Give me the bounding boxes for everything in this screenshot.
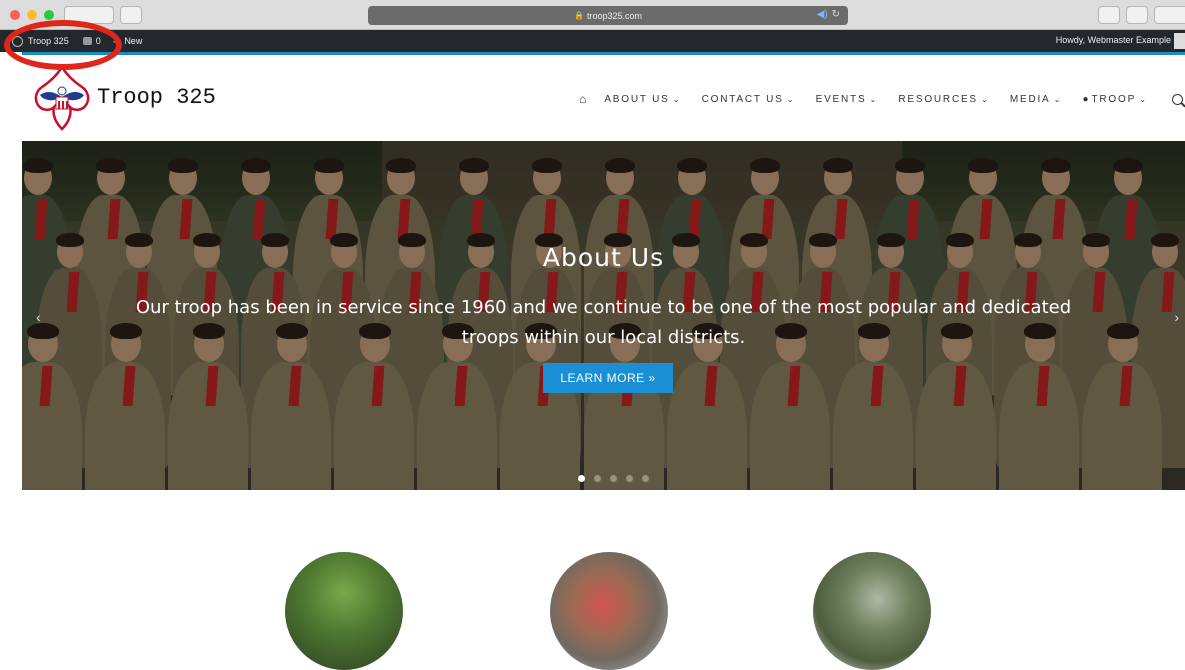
admin-site-name: Troop 325: [28, 36, 69, 46]
slider-dot[interactable]: [578, 475, 585, 482]
nav-item-contact-us[interactable]: CONTACT US ⌄: [702, 94, 794, 105]
chevron-down-icon: ⌄: [978, 94, 988, 104]
admin-comments-link[interactable]: 0: [82, 36, 101, 46]
comment-icon: [82, 37, 92, 45]
site-header: Troop 325 ⌂ ABOUT US ⌄ CONTACT US ⌄ EVEN…: [22, 55, 1185, 141]
learn-more-button[interactable]: LEARN MORE »: [543, 363, 673, 393]
audio-icon[interactable]: ◀): [817, 9, 828, 20]
slider-dot[interactable]: [594, 475, 601, 482]
chevron-down-icon: ⌄: [670, 94, 680, 104]
nav-item-resources[interactable]: RESOURCES ⌄: [898, 94, 987, 105]
tabs-overview-button[interactable]: [1126, 6, 1148, 24]
feature-image-scouts-group[interactable]: [550, 552, 668, 670]
nav-item-events[interactable]: EVENTS ⌄: [816, 94, 877, 105]
feature-image-hikers[interactable]: [813, 552, 931, 670]
maximize-window-button[interactable]: [44, 10, 54, 20]
dashboard-icon: [12, 35, 23, 47]
admin-new-link[interactable]: + New: [113, 34, 143, 49]
nav-item-label: MEDIA: [1009, 93, 1051, 105]
address-bar[interactable]: 🔒 troop325.com ◀) ↻: [368, 6, 848, 25]
admin-howdy-link[interactable]: Howdy, Webmaster Example: [1056, 35, 1171, 45]
slider-dot[interactable]: [642, 475, 649, 482]
reload-icon[interactable]: ↻: [832, 9, 840, 20]
chevron-left-icon[interactable]: ‹: [36, 309, 41, 325]
scout-logo[interactable]: [32, 65, 92, 131]
sidebar-toggle-button[interactable]: [120, 6, 142, 24]
slider-dot[interactable]: [610, 475, 617, 482]
back-forward-buttons[interactable]: [64, 6, 114, 24]
home-icon[interactable]: ⌂: [579, 92, 586, 106]
slider-pagination: [578, 475, 649, 482]
wp-admin-bar: Troop 325 0 + New Howdy, Webmaster Examp…: [0, 30, 1185, 52]
main-nav: ⌂ ABOUT US ⌄ CONTACT US ⌄ EVENTS ⌄ RESOU…: [579, 92, 1185, 106]
slider-dot[interactable]: [626, 475, 633, 482]
close-window-button[interactable]: [10, 10, 20, 20]
address-url: troop325.com: [586, 10, 642, 21]
nav-item-label: ABOUT US: [604, 93, 670, 105]
minimize-window-button[interactable]: [27, 10, 37, 20]
nav-item-about-us[interactable]: ABOUT US ⌄: [604, 94, 679, 105]
nav-item-troop[interactable]: ● TROOP ⌄: [1082, 94, 1146, 105]
user-icon: ●: [1082, 93, 1089, 105]
lock-icon: 🔒: [573, 11, 584, 20]
hero-text: Our troop has been in service since 1960…: [135, 297, 1072, 348]
feature-section: [22, 490, 1185, 670]
plus-icon: +: [112, 33, 121, 49]
search-icon[interactable]: [1172, 93, 1183, 105]
nav-item-label: TROOP: [1091, 93, 1137, 105]
hero-title: About Us: [542, 243, 665, 272]
feature-image-troop-photo[interactable]: [285, 552, 403, 670]
share-button[interactable]: [1098, 6, 1120, 24]
nav-item-label: EVENTS: [815, 93, 867, 105]
chevron-right-icon[interactable]: ›: [1174, 309, 1179, 325]
new-tab-button[interactable]: [1154, 6, 1185, 24]
admin-comments-count: 0: [95, 36, 101, 46]
chevron-down-icon: ⌄: [784, 94, 794, 104]
admin-site-link[interactable]: Troop 325: [12, 35, 69, 47]
chevron-down-icon: ⌄: [867, 94, 877, 104]
hero-slider: About Us Our troop has been in service s…: [22, 141, 1185, 490]
site-title[interactable]: Troop 325: [97, 85, 216, 110]
nav-item-label: RESOURCES: [898, 93, 978, 105]
avatar[interactable]: [1174, 33, 1185, 49]
admin-new-label: New: [124, 36, 143, 46]
chevron-down-icon: ⌄: [1137, 94, 1146, 104]
nav-item-media[interactable]: MEDIA ⌄: [1010, 94, 1061, 105]
chevron-down-icon: ⌄: [1051, 94, 1061, 104]
browser-toolbar: 🔒 troop325.com ◀) ↻: [0, 0, 1185, 30]
nav-item-label: CONTACT US: [701, 93, 784, 105]
